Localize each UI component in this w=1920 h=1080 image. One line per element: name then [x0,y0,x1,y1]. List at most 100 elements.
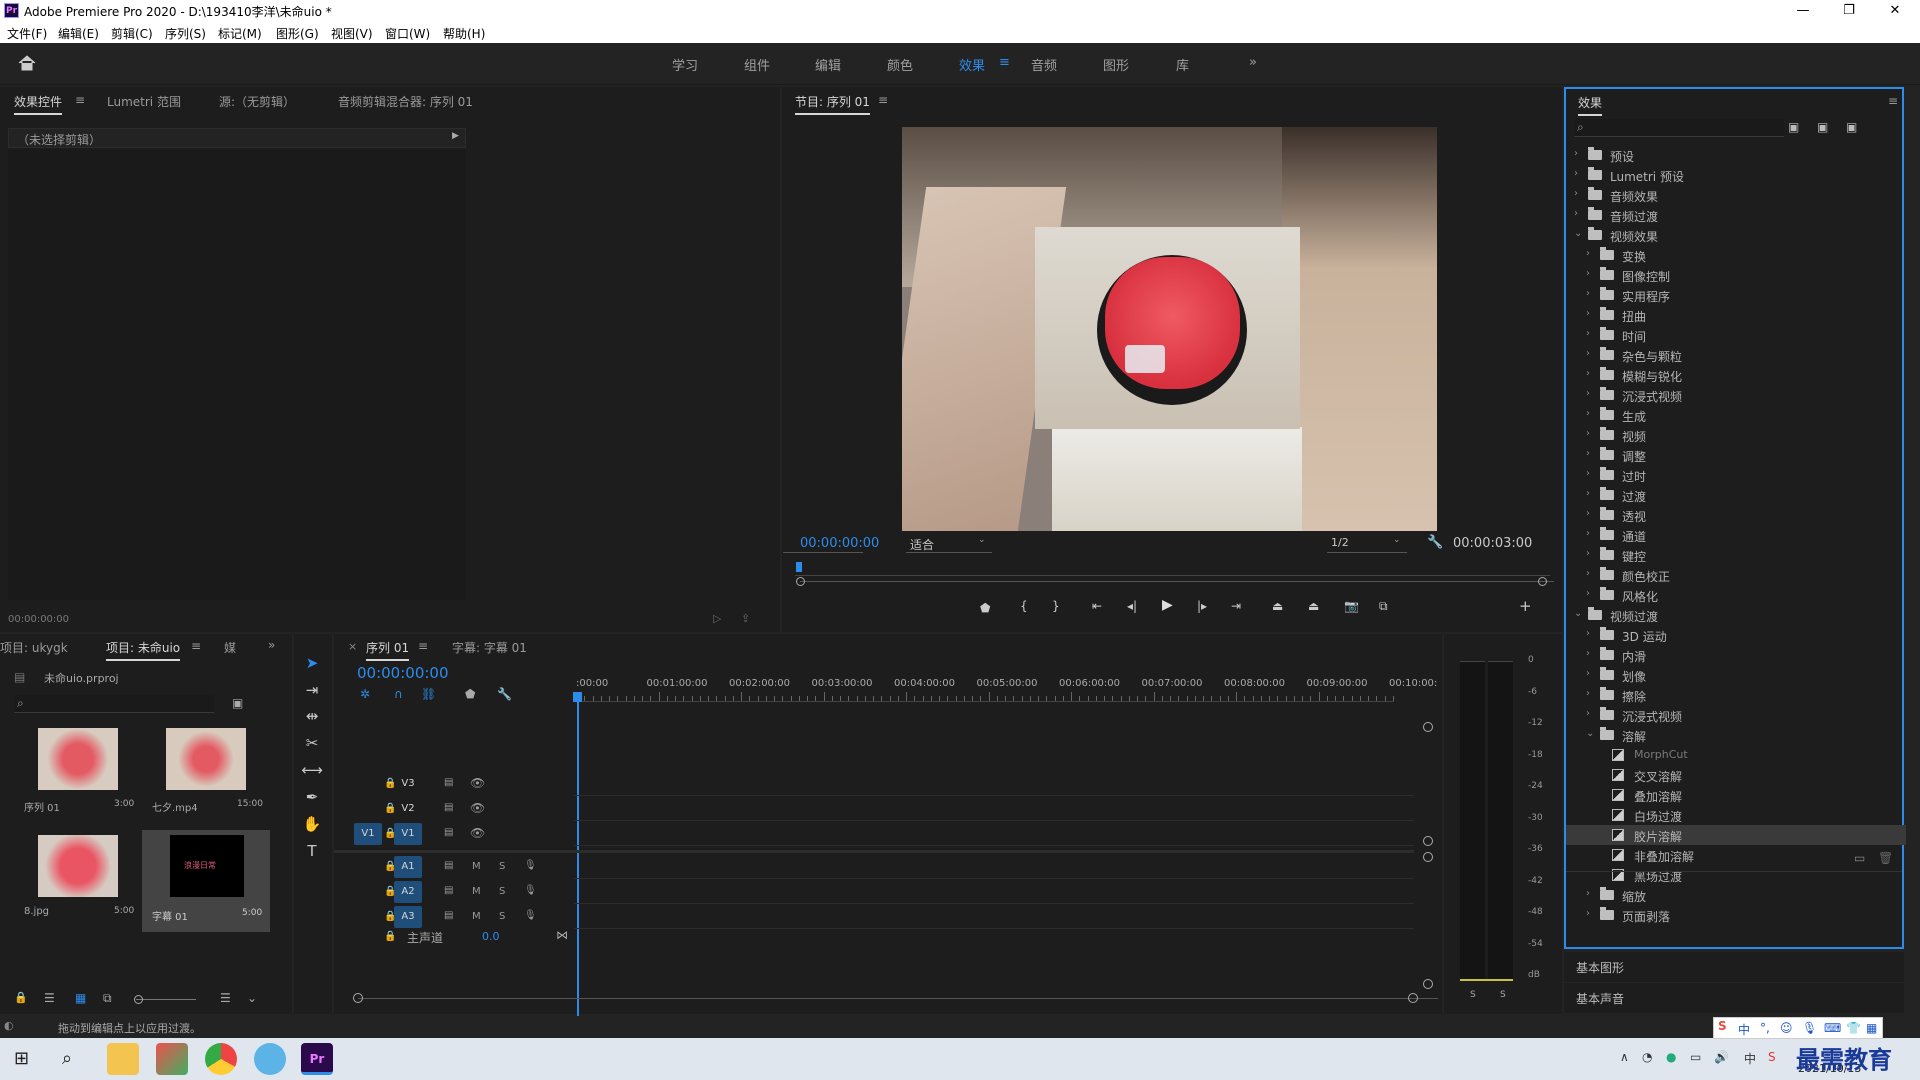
hand-tool-icon[interactable]: ✋ [300,812,324,836]
yuv-effects-icon[interactable]: ▣ [1846,120,1857,134]
tab-graphics[interactable]: 图形 [1103,55,1129,74]
sync-lock-icon[interactable]: ▤ [444,827,453,838]
zoom-slider[interactable] [136,999,196,1000]
step-forward-icon[interactable]: |▸ [1197,599,1207,613]
step-back-icon[interactable]: ◂| [1127,599,1137,613]
more-workspaces-icon[interactable]: » [1249,55,1257,70]
essential-sound-panel[interactable]: 基本声音 [1564,983,1904,1013]
v-scroll-handle[interactable] [1423,836,1433,846]
mic-icon[interactable]: 🎙 [524,885,537,896]
effects-tree-item[interactable]: ⌄ 视频效果 [1566,225,1906,245]
chevron-right-icon[interactable]: › [1586,328,1590,339]
chevron-right-icon[interactable]: › [1586,708,1590,719]
home-icon[interactable] [18,55,36,71]
master-keyframe-icon[interactable]: ⋈ [556,928,568,942]
sync-lock-icon[interactable]: ▤ [444,860,453,871]
windows-start-icon[interactable]: ⊞ [14,1048,29,1069]
expand-arrow-icon[interactable]: ▶ [452,131,459,141]
project-search-input[interactable]: ⌕ [14,695,214,713]
effects-tree-item[interactable]: 胶片溶解 [1566,825,1906,845]
chevron-right-icon[interactable]: › [1586,388,1590,399]
chevron-down-icon[interactable]: ⌄ [1586,728,1594,739]
sogou-icon[interactable]: S [1768,1050,1776,1064]
effects-search-input[interactable]: ⌕ [1574,119,1784,137]
menu-sequence[interactable]: 序列(S) [165,25,206,42]
keyboard-icon[interactable]: ⌨ [1824,1021,1841,1035]
chevron-right-icon[interactable]: › [1586,468,1590,479]
chevron-right-icon[interactable]: › [1574,188,1578,199]
close-tab-icon[interactable]: × [348,640,357,653]
sort-icon[interactable]: ☰ [220,991,231,1005]
track-lane[interactable] [574,845,1414,846]
menu-file[interactable]: 文件(F) [7,25,47,42]
minimize-icon[interactable]: — [1780,0,1826,21]
play-icon[interactable]: ▶ [1162,597,1173,613]
chevron-right-icon[interactable]: › [1586,408,1590,419]
nest-icon[interactable]: ✲ [360,687,370,701]
type-tool-icon[interactable]: T [300,839,324,863]
effects-tree-item[interactable]: › 音频过渡 [1566,205,1906,225]
effects-tree-item[interactable]: › 键控 [1566,545,1906,565]
effects-tree-item[interactable]: › 视频 [1566,425,1906,445]
chevron-right-icon[interactable]: › [1586,628,1590,639]
tab-color[interactable]: 颜色 [887,55,913,74]
more-panels-icon[interactable]: » [268,638,275,652]
workspace-menu-icon[interactable]: ≡ [999,55,1010,70]
panel-menu-icon[interactable]: ≡ [418,639,428,653]
solo-button[interactable]: S [499,911,505,922]
list-view-icon[interactable]: ☰ [44,991,55,1005]
effects-tree-item[interactable]: ⌄ 溶解 [1566,725,1906,745]
ime-toolbar[interactable]: S 中 °, ☺ 🎙 ⌨ 👕 ▦ [1713,1017,1883,1039]
32bit-effects-icon[interactable]: ▣ [1817,120,1828,134]
chevron-right-icon[interactable]: › [1574,148,1578,159]
effects-tree-item[interactable]: 叠加溶解 [1566,785,1906,805]
effects-tree-item[interactable]: › 图像控制 [1566,265,1906,285]
ripple-edit-tool-icon[interactable]: ⇹ [300,704,324,728]
skin-icon[interactable]: 👕 [1846,1021,1861,1035]
menu-clip[interactable]: 剪辑(C) [111,25,153,42]
sync-lock-icon[interactable]: ▤ [444,802,453,813]
project-item-selected[interactable]: 浪漫日常 字幕 01 5:00 [142,830,270,932]
tab-caption[interactable]: 字幕: 字幕 01 [452,639,527,656]
mini-timeline-ruler[interactable] [795,564,1550,576]
chevron-right-icon[interactable]: › [1586,668,1590,679]
restore-icon[interactable]: ❐ [1826,0,1872,21]
add-button-icon[interactable]: + [1519,597,1532,615]
track-divider[interactable] [334,850,1414,853]
tab-lumetri-scopes[interactable]: Lumetri 范围 [107,93,181,110]
track-select-tool-icon[interactable]: ⇥ [300,678,324,702]
chevron-right-icon[interactable]: › [1586,308,1590,319]
mute-button[interactable]: M [472,911,481,922]
panel-menu-icon[interactable]: ≡ [878,93,888,107]
sync-lock-icon[interactable]: ▤ [444,910,453,921]
chevron-right-icon[interactable]: › [1586,448,1590,459]
chevron-right-icon[interactable]: › [1586,348,1590,359]
tab-project-ukygk[interactable]: 项目: ukygk [0,639,68,656]
tab-libraries[interactable]: 库 [1176,55,1189,74]
sync-lock-icon[interactable]: ▤ [444,777,453,788]
chevron-right-icon[interactable]: › [1586,888,1590,899]
effects-tree-item[interactable]: › 变换 [1566,245,1906,265]
emoji-icon[interactable]: ☺ [1780,1021,1793,1035]
effects-tree-item[interactable]: › Lumetri 预设 [1566,165,1906,185]
export-frame-icon[interactable]: 📷 [1344,599,1359,613]
track-lane[interactable] [574,903,1414,904]
effects-tree-item[interactable]: › 音频效果 [1566,185,1906,205]
chevron-right-icon[interactable]: › [1586,568,1590,579]
chevron-right-icon[interactable]: › [1586,528,1590,539]
effects-tree-item[interactable]: › 缩放 [1566,885,1906,905]
effects-tree-item[interactable]: 黑场过渡 [1566,865,1906,885]
track-target-button[interactable]: V1 [394,823,422,845]
menu-help[interactable]: 帮助(H) [443,25,485,42]
ie-icon[interactable] [254,1043,286,1075]
chevron-right-icon[interactable]: › [1586,688,1590,699]
lift-icon[interactable]: ⏏ [1272,599,1283,613]
menu-edit[interactable]: 编辑(E) [58,25,99,42]
effects-tree-item[interactable]: › 风格化 [1566,585,1906,605]
slip-tool-icon[interactable]: ⟷ [300,758,324,782]
effects-tree-item[interactable]: › 模糊与锐化 [1566,365,1906,385]
track-target-button[interactable]: V3 [394,773,422,795]
export-icon[interactable]: ⇪ [741,612,750,625]
tab-learn[interactable]: 学习 [672,55,698,74]
track-target-button[interactable]: V2 [394,798,422,820]
